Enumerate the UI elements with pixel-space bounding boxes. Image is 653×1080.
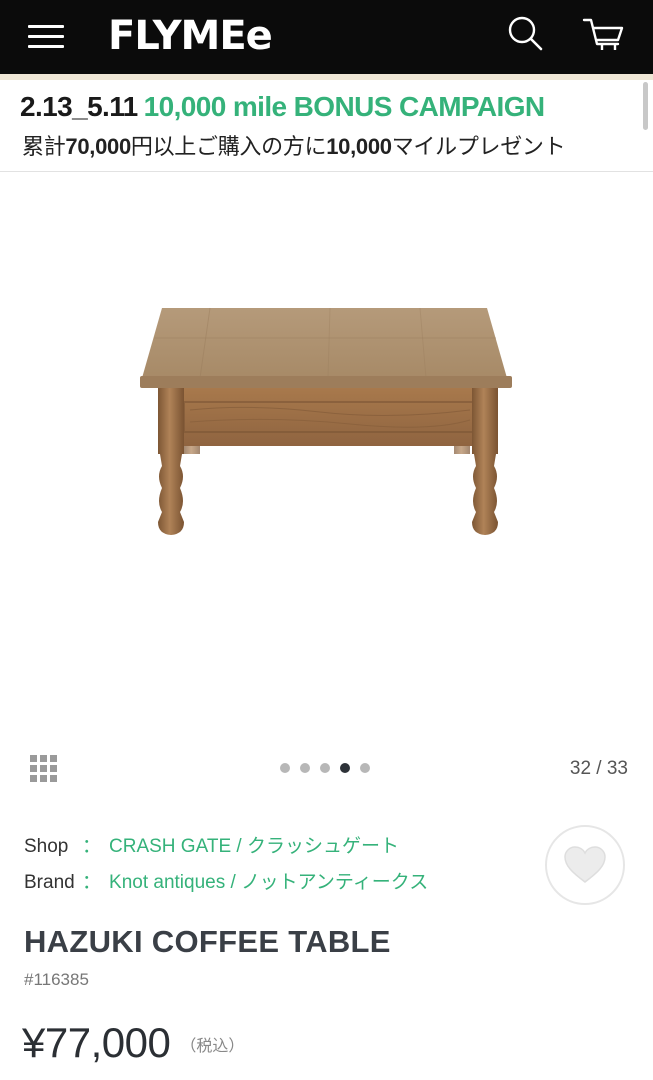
carousel-dot[interactable] xyxy=(300,763,310,773)
shop-row: Shop ： CRASH GATE / クラッシュゲート xyxy=(24,835,399,859)
campaign-description: 累計70,000円以上ご購入の方に10,000マイルプレゼント xyxy=(22,132,566,162)
product-image[interactable] xyxy=(130,298,522,543)
brand-separator: ： xyxy=(82,872,102,893)
price-block: ¥77,000 （税込） xyxy=(22,1018,244,1068)
image-counter: 32 / 33 xyxy=(569,758,628,779)
campaign-title: 10,000 mile BONUS CAMPAIGN xyxy=(143,91,545,122)
carousel-dot[interactable] xyxy=(320,763,330,773)
shop-link[interactable]: CRASH GATE / クラッシュゲート xyxy=(109,836,399,857)
campaign-dates: 2.13_5.11 xyxy=(20,91,138,122)
site-logo[interactable]: FLYMEe xyxy=(108,11,273,61)
campaign-banner[interactable]: 2.13_5.11 10,000 mile BONUS CAMPAIGN 累計70… xyxy=(0,80,653,172)
page-scrollbar[interactable] xyxy=(643,82,648,130)
carousel-dot[interactable] xyxy=(280,763,290,773)
cart-icon[interactable] xyxy=(580,14,626,56)
carousel-dots xyxy=(280,763,370,775)
product-code: #116385 xyxy=(24,970,89,989)
grid-view-icon[interactable] xyxy=(30,755,58,783)
campaign-desc-part1: 累計 xyxy=(22,134,66,159)
shop-separator: ： xyxy=(82,836,102,857)
campaign-desc-amount: 70,000 xyxy=(65,134,131,159)
shop-label: Shop xyxy=(24,836,69,857)
carousel-dot[interactable] xyxy=(360,763,370,773)
brand-label: Brand xyxy=(24,872,75,893)
heart-icon xyxy=(564,846,606,883)
hamburger-menu-icon[interactable] xyxy=(28,22,66,52)
campaign-desc-part2: 円以上ご購入の方に xyxy=(130,134,327,159)
carousel-dot-active[interactable] xyxy=(340,763,350,773)
product-price: ¥77,000 xyxy=(22,1019,171,1066)
brand-row: Brand ： Knot antiques / ノットアンティークス xyxy=(24,871,428,895)
brand-link[interactable]: Knot antiques / ノットアンティークス xyxy=(109,872,428,893)
search-icon[interactable] xyxy=(506,14,546,54)
campaign-headline: 2.13_5.11 10,000 mile BONUS CAMPAIGN xyxy=(20,90,545,124)
campaign-desc-part3: マイルプレゼント xyxy=(391,134,566,159)
site-header: FLYMEe xyxy=(0,0,653,74)
campaign-desc-miles: 10,000 xyxy=(326,134,392,159)
favorite-button[interactable] xyxy=(545,825,625,905)
product-name: HAZUKI COFFEE TABLE xyxy=(24,924,391,959)
tax-note: （税込） xyxy=(180,1038,245,1055)
